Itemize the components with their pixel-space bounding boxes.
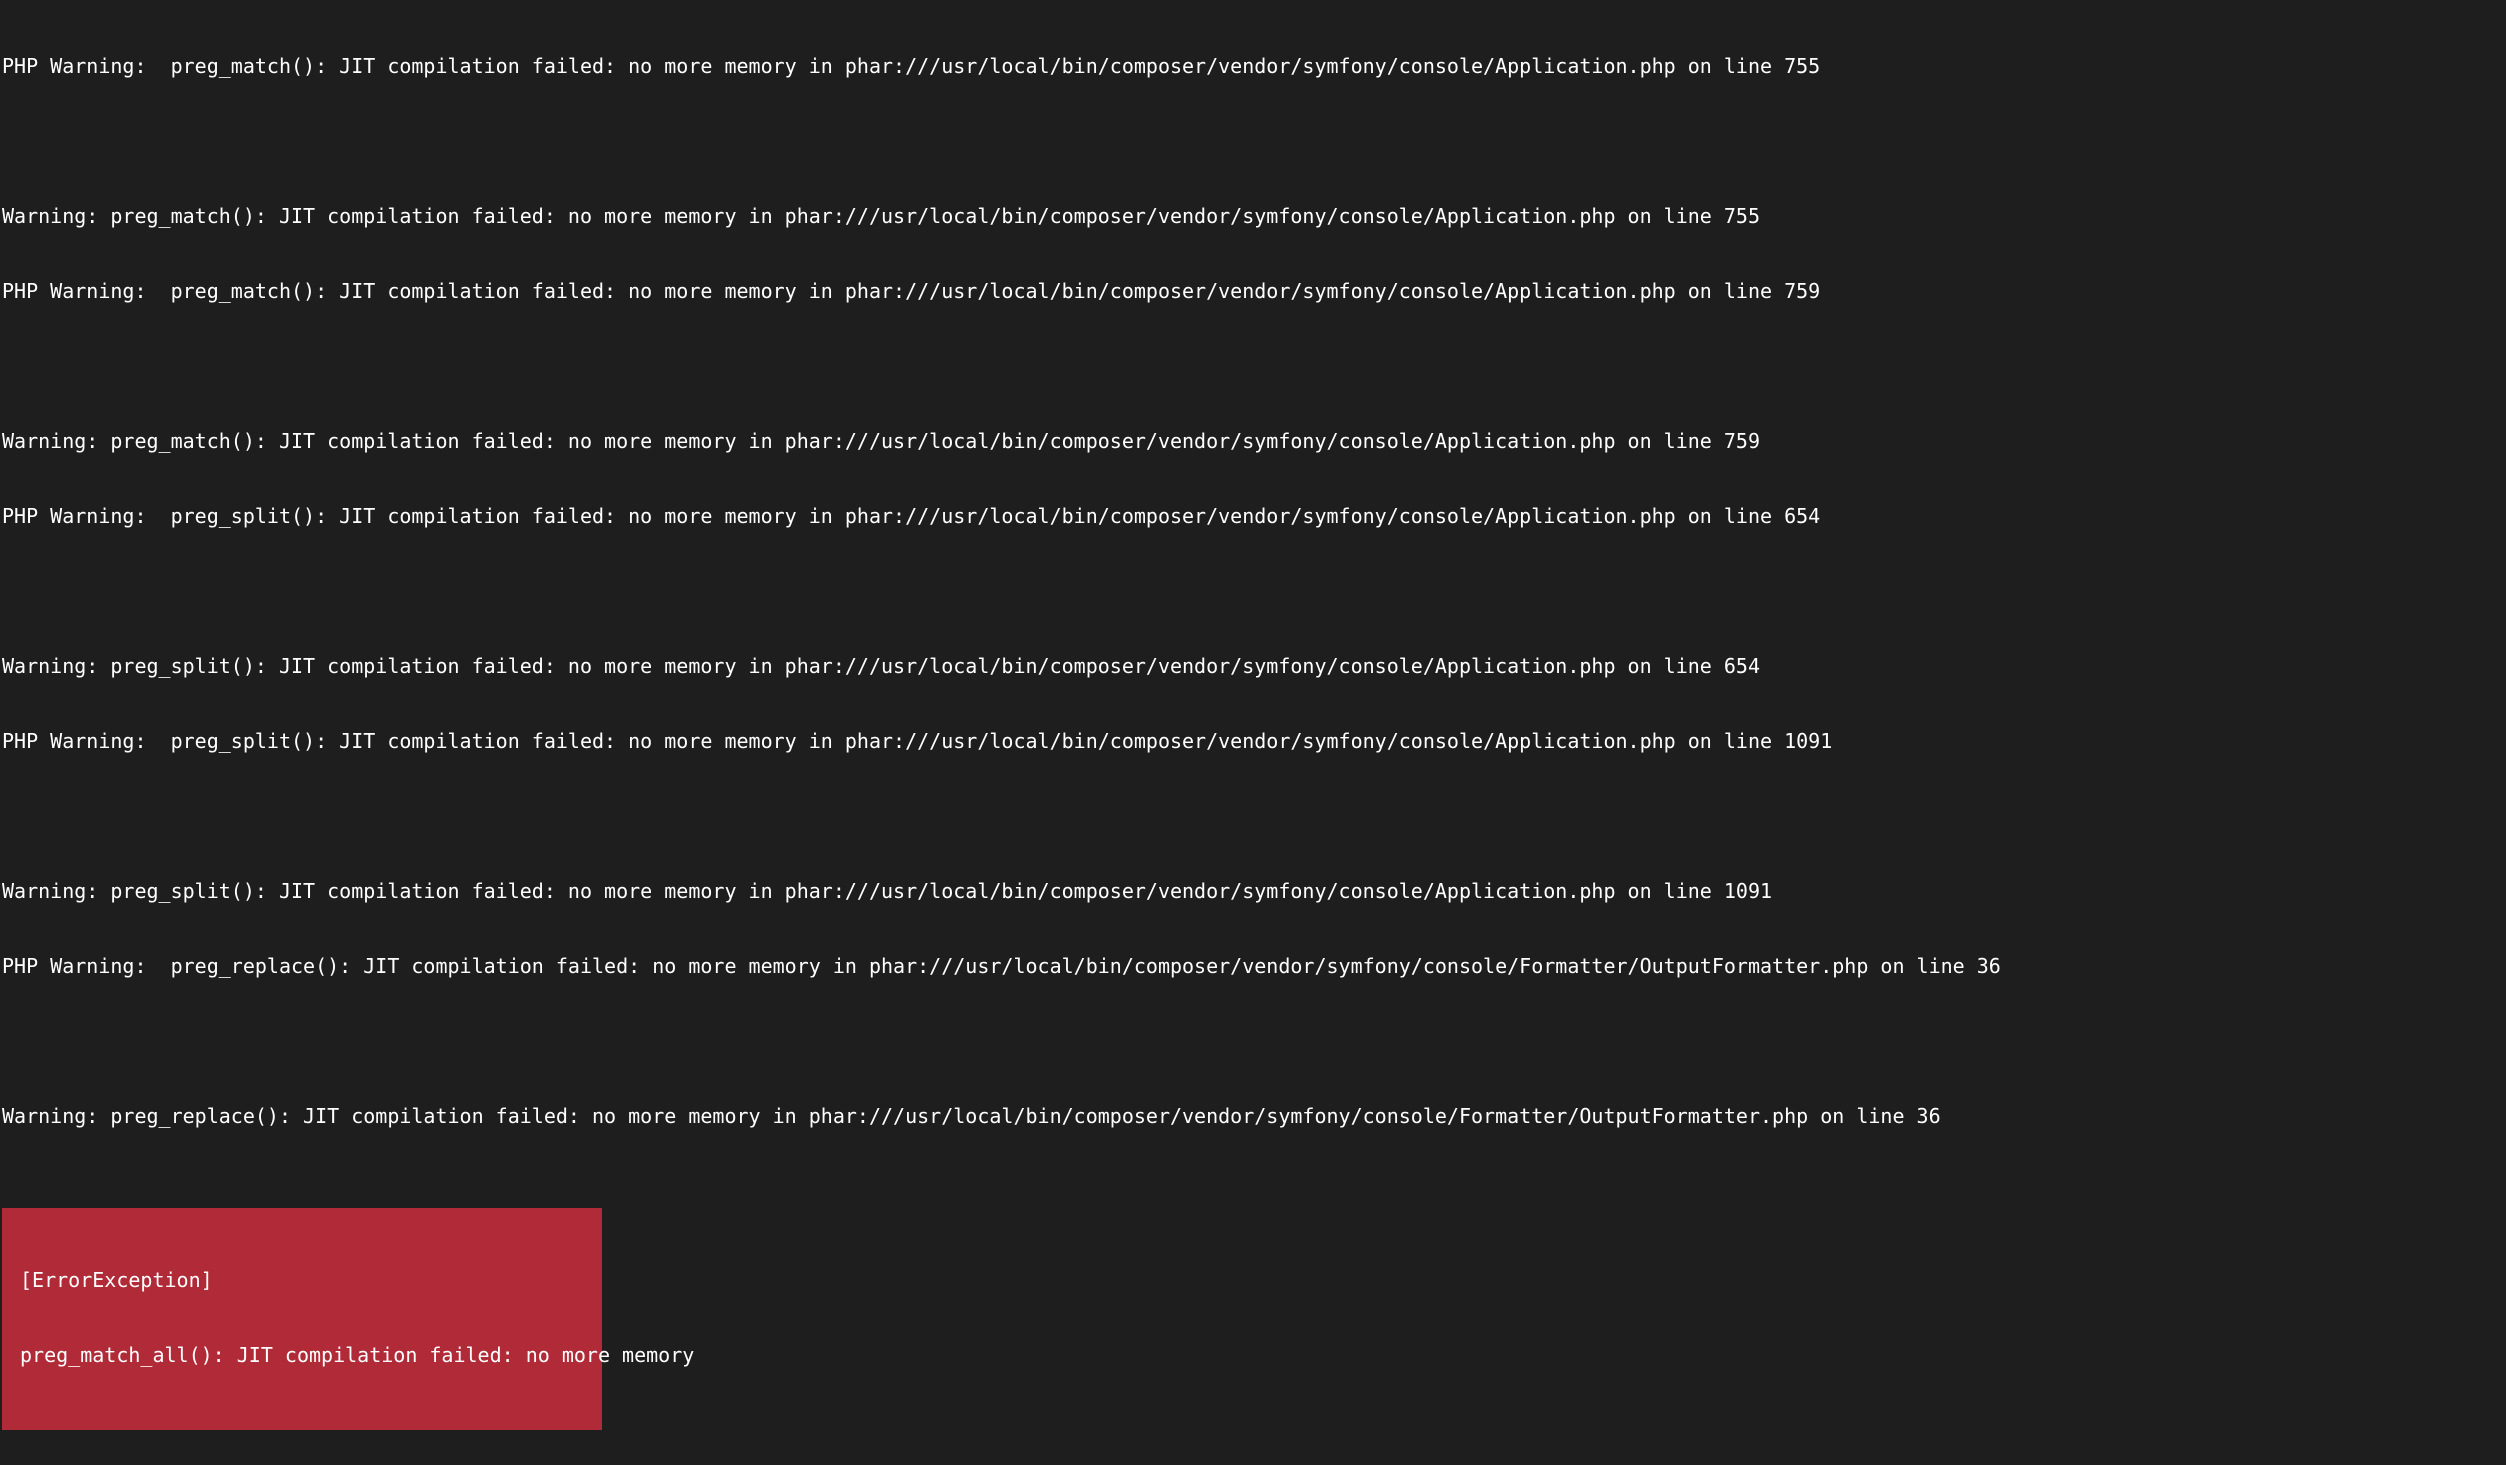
- blank-line: [2, 579, 2504, 604]
- log-line: Warning: preg_match(): JIT compilation f…: [2, 429, 2504, 454]
- log-line: Warning: preg_replace(): JIT compilation…: [2, 1104, 2504, 1129]
- log-line: PHP Warning: preg_match(): JIT compilati…: [2, 54, 2504, 79]
- blank-line: [2, 354, 2504, 379]
- terminal-output: PHP Warning: preg_match(): JIT compilati…: [0, 0, 2506, 1465]
- log-line: PHP Warning: preg_match(): JIT compilati…: [2, 279, 2504, 304]
- log-line: Warning: preg_split(): JIT compilation f…: [2, 879, 2504, 904]
- log-line: PHP Warning: preg_split(): JIT compilati…: [2, 729, 2504, 754]
- blank-line: [2, 1029, 2504, 1054]
- error-message: preg_match_all(): JIT compilation failed…: [20, 1343, 584, 1368]
- error-title: [ErrorException]: [20, 1268, 584, 1293]
- log-line: Warning: preg_match(): JIT compilation f…: [2, 204, 2504, 229]
- blank-line: [2, 129, 2504, 154]
- log-line: PHP Warning: preg_split(): JIT compilati…: [2, 504, 2504, 529]
- blank-line: [2, 804, 2504, 829]
- log-line: Warning: preg_split(): JIT compilation f…: [2, 654, 2504, 679]
- error-exception-box: [ErrorException] preg_match_all(): JIT c…: [2, 1208, 602, 1430]
- log-line: PHP Warning: preg_replace(): JIT compila…: [2, 954, 2504, 979]
